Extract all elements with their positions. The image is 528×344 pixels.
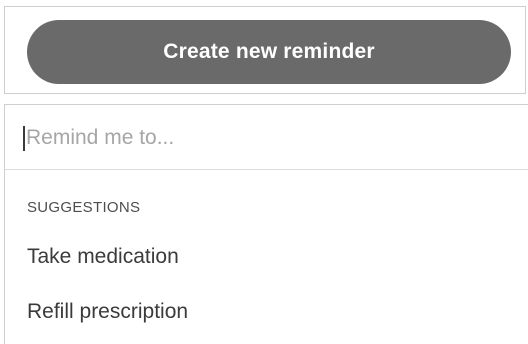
text-caret [23, 126, 25, 151]
suggestions-heading: SUGGESTIONS [27, 199, 141, 216]
create-reminder-panel: Create new reminder [4, 6, 526, 94]
suggestion-refill-prescription[interactable]: Refill prescription [27, 300, 188, 324]
remind-me-input[interactable] [26, 120, 496, 156]
reminder-entry-panel: SUGGESTIONS Take medication Refill presc… [4, 104, 528, 344]
reminder-input-row [5, 105, 528, 170]
create-new-reminder-button[interactable]: Create new reminder [27, 20, 511, 84]
suggestion-take-medication[interactable]: Take medication [27, 245, 179, 269]
